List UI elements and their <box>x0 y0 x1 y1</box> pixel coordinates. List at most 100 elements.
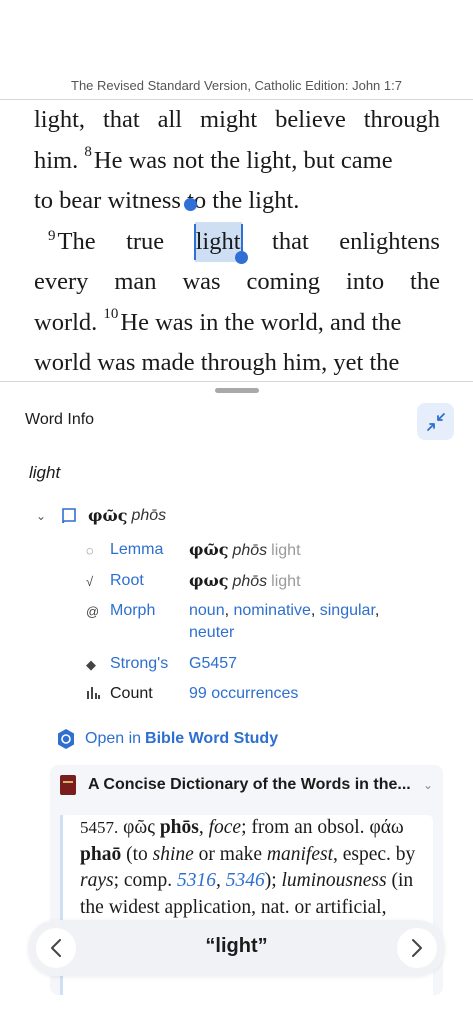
chevron-down-icon[interactable]: ⌄ <box>423 778 433 792</box>
entry-text: (in <box>386 870 414 891</box>
word: coming <box>246 268 321 295</box>
lemma-translit: phōs <box>131 506 167 524</box>
entry-greek: φῶς <box>123 817 155 838</box>
text-run: to bear witness to the light. <box>34 187 300 214</box>
open-study-name: Bible Word Study <box>145 730 279 747</box>
collapse-panel-button[interactable] <box>417 403 454 440</box>
word: true <box>126 227 165 255</box>
text-line: every man was coming into the <box>34 262 440 303</box>
count-row[interactable]: Count 99 occurrences <box>86 683 419 706</box>
verse-number-9[interactable]: 9 <box>48 228 56 244</box>
text-line: to bear witness to the light. <box>34 181 440 222</box>
panel-divider <box>0 381 473 382</box>
verse-number-8[interactable]: 8 <box>84 132 92 173</box>
panel-title: Word Info <box>25 411 95 428</box>
diamond-icon: ◆ <box>86 657 96 672</box>
word: into <box>345 268 385 295</box>
entry-pron: foce <box>208 817 242 838</box>
word-study-icon <box>58 729 74 749</box>
entry-text: the widest application, nat. or artifici… <box>80 896 387 918</box>
selection-start-handle[interactable] <box>184 198 197 211</box>
word: man <box>114 268 157 295</box>
dictionary-header[interactable]: A Concise Dictionary of the Words in the… <box>60 775 433 795</box>
lemma-label[interactable]: Lemma <box>110 539 189 562</box>
dictionary-text: 5457. φῶς phōs, foce; from an obsol. φάω… <box>80 817 416 918</box>
entry-italic: manifest <box>266 843 333 865</box>
strongs-link-5316[interactable]: 5316 <box>177 870 216 891</box>
lemma-greek: φῶς <box>88 506 128 525</box>
word: that <box>102 106 140 133</box>
morph-part[interactable]: singular <box>320 602 375 619</box>
word: enlightens <box>339 227 440 255</box>
morph-label[interactable]: Morph <box>110 600 189 644</box>
open-bible-word-study-link[interactable]: Open in Bible Word Study <box>56 728 278 750</box>
selection-end-handle[interactable] <box>235 251 248 264</box>
lemma-translit-value: phōs <box>232 542 268 559</box>
bible-text[interactable]: light, that all might believe through hi… <box>34 100 440 384</box>
entry-italic: luminousness <box>281 870 387 891</box>
word: believe <box>275 106 346 133</box>
text-line: him. 8 He was not the light, but came <box>34 141 440 182</box>
entry-text: ; comp. <box>113 870 177 891</box>
word: all <box>157 106 183 133</box>
verse-start-9: 9The <box>48 222 96 263</box>
root-gloss: light <box>271 573 301 590</box>
text-run: He was not the light, but came <box>93 146 393 174</box>
dictionary-title: A Concise Dictionary of the Words in the… <box>88 776 411 793</box>
lemma-greek-value: φῶς <box>189 540 229 559</box>
strongs-link-5346[interactable]: 5346 <box>226 870 265 891</box>
root-value: φως phōs light <box>189 570 419 593</box>
strongs-row[interactable]: ◆ Strong's G5457 <box>86 653 419 676</box>
word: that <box>272 227 309 255</box>
morph-row[interactable]: @ Morph noun, nominative, singular, neut… <box>86 600 419 644</box>
word: light, <box>34 106 86 133</box>
entry-text: ); <box>264 870 282 891</box>
text-run: him. <box>34 146 85 174</box>
next-word-button[interactable] <box>397 928 437 968</box>
dictionary-book-icon <box>60 775 76 795</box>
text-line: world was made through him, yet the <box>34 343 440 384</box>
entry-italic: rays <box>80 870 114 891</box>
lemma-row[interactable]: ◌ Lemma φῶς phōs light <box>86 539 419 562</box>
chevron-down-icon[interactable]: ⌄ <box>36 509 52 523</box>
word: was <box>182 268 221 295</box>
entry-phao: phaō <box>80 843 122 865</box>
entry-text: or make <box>193 843 267 865</box>
lemma-value: φῶς phōs light <box>189 539 419 562</box>
root-row[interactable]: √ Root φως phōs light <box>86 570 419 593</box>
strongs-value[interactable]: G5457 <box>189 653 419 676</box>
root-icon: √ <box>86 574 94 589</box>
count-label: Count <box>110 685 153 702</box>
morph-value[interactable]: noun, nominative, singular, neuter <box>189 600 419 644</box>
entry-greek-2: φάω <box>369 817 404 838</box>
strongs-label[interactable]: Strong's <box>110 653 189 676</box>
word-navigation-bar: “light” <box>28 920 445 976</box>
morph-part[interactable]: neuter <box>189 624 234 641</box>
reference-header[interactable]: The Revised Standard Version, Catholic E… <box>0 78 473 93</box>
word: the <box>410 268 440 295</box>
verse-number-10[interactable]: 10 <box>103 294 118 335</box>
current-word-title: “light” <box>205 935 268 957</box>
at-icon: @ <box>86 604 100 619</box>
entry-italic: shine <box>152 843 194 865</box>
morph-part[interactable]: nominative <box>233 602 310 619</box>
count-value[interactable]: 99 occurrences <box>189 683 419 706</box>
text-run: world. <box>34 308 104 336</box>
word: every <box>34 268 89 295</box>
bar-chart-icon <box>86 683 110 706</box>
entry-text: (to <box>121 843 153 865</box>
morph-part[interactable]: noun <box>189 602 225 619</box>
entry-number: 5457. <box>80 818 119 837</box>
collapse-icon <box>426 412 445 431</box>
text-run: world was made through him, yet the <box>34 349 400 376</box>
word: might <box>200 106 258 133</box>
entry-text: , espec. by <box>333 843 416 865</box>
text-line: world. 10 He was in the world, and the <box>34 303 440 344</box>
entry-translit: phōs <box>159 817 199 838</box>
panel-drag-handle[interactable] <box>215 388 259 393</box>
lemma-header-row[interactable]: ⌄ φῶς phōs <box>36 506 166 525</box>
entry-text: ; from an obsol. <box>241 817 370 838</box>
root-label[interactable]: Root <box>110 570 189 593</box>
root-translit-value: phōs <box>232 573 268 590</box>
headword: light <box>29 463 61 482</box>
